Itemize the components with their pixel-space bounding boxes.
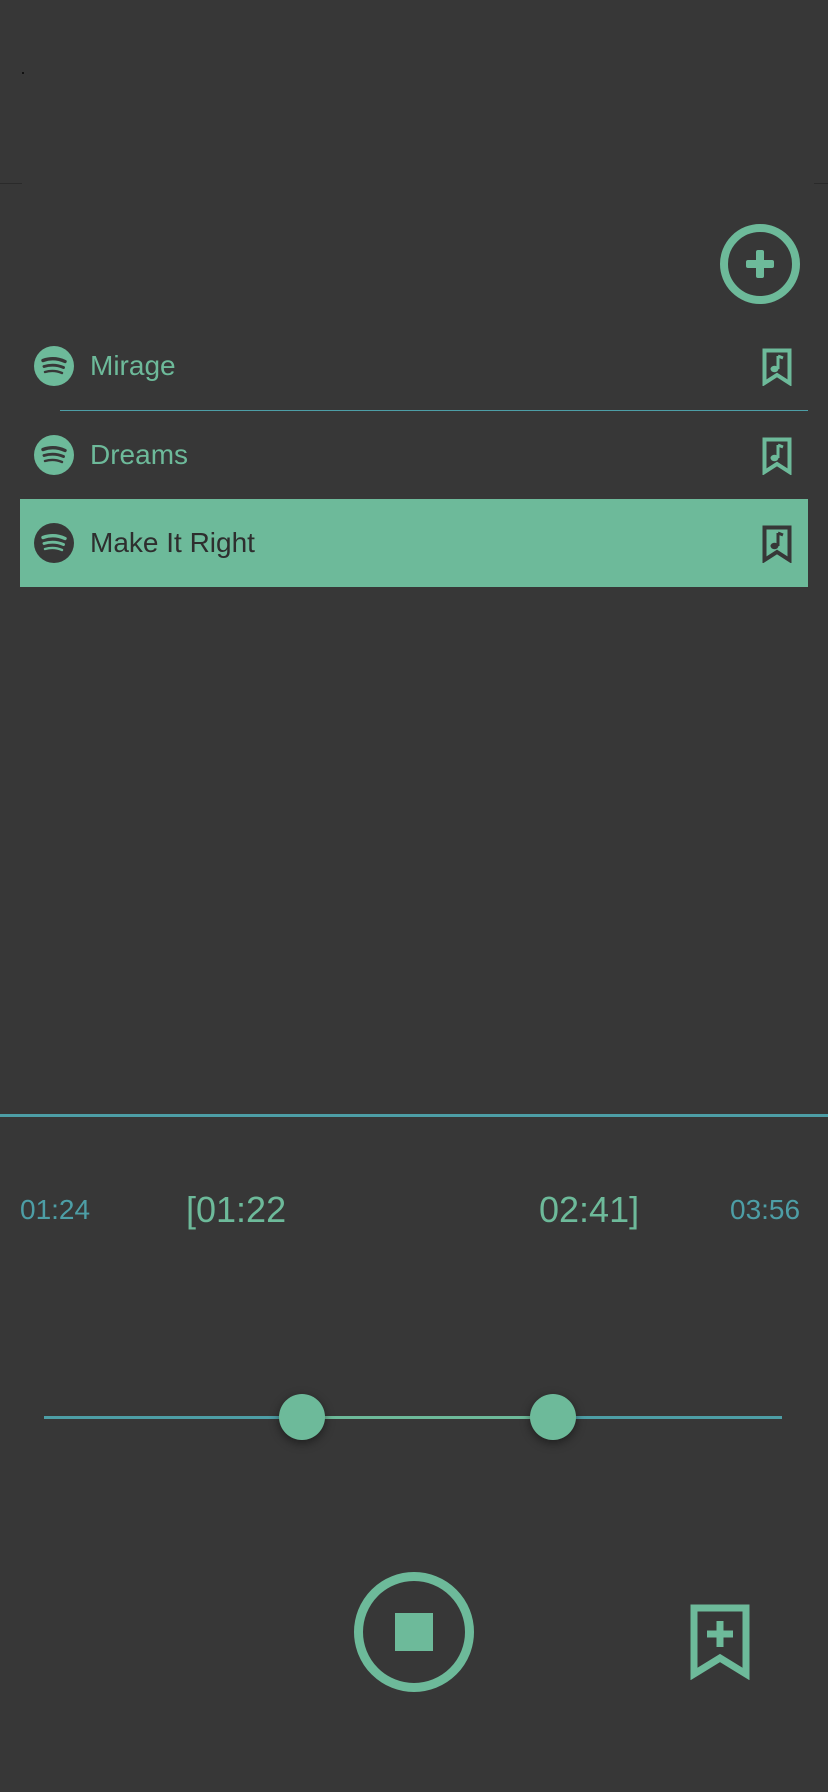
- spotify-icon: [34, 523, 74, 563]
- track-title: Mirage: [90, 350, 176, 381]
- app-screen: Mirage Dreams Make It Right 01:24 [01:22…: [0, 0, 828, 1792]
- slider-start-handle[interactable]: [279, 1394, 326, 1440]
- track-row[interactable]: Dreams: [20, 411, 808, 499]
- bookmark-music-icon[interactable]: [762, 348, 792, 386]
- loop-range-slider[interactable]: [44, 1390, 782, 1446]
- track-row[interactable]: Mirage: [20, 322, 808, 410]
- loop-start-time: [01:22: [186, 1189, 287, 1230]
- add-track-button[interactable]: [720, 224, 800, 304]
- track-title: Make It Right: [90, 527, 255, 558]
- top-bar-divider: [814, 183, 828, 184]
- bookmark-music-icon[interactable]: [762, 525, 792, 563]
- spotify-icon: [34, 435, 74, 475]
- track-start-time: 01:24: [20, 1194, 91, 1225]
- bookmark-music-icon[interactable]: [762, 437, 792, 475]
- track-title: Dreams: [90, 439, 189, 470]
- spotify-icon: [34, 346, 74, 386]
- stop-icon: [395, 1613, 433, 1651]
- bookmark-add-icon[interactable]: [690, 1604, 750, 1680]
- progress-divider: [0, 1114, 828, 1117]
- stop-button[interactable]: [354, 1572, 474, 1692]
- slider-selected-range: [302, 1416, 554, 1419]
- status-dot: [22, 72, 24, 74]
- track-end-time: 03:56: [730, 1194, 801, 1225]
- top-bar-divider: [0, 183, 22, 184]
- loop-end-time: 02:41]: [539, 1189, 640, 1230]
- slider-end-handle[interactable]: [530, 1394, 577, 1440]
- track-list: Mirage Dreams Make It Right: [20, 322, 808, 587]
- track-row-selected[interactable]: Make It Right: [20, 499, 808, 587]
- top-bar: [0, 0, 828, 184]
